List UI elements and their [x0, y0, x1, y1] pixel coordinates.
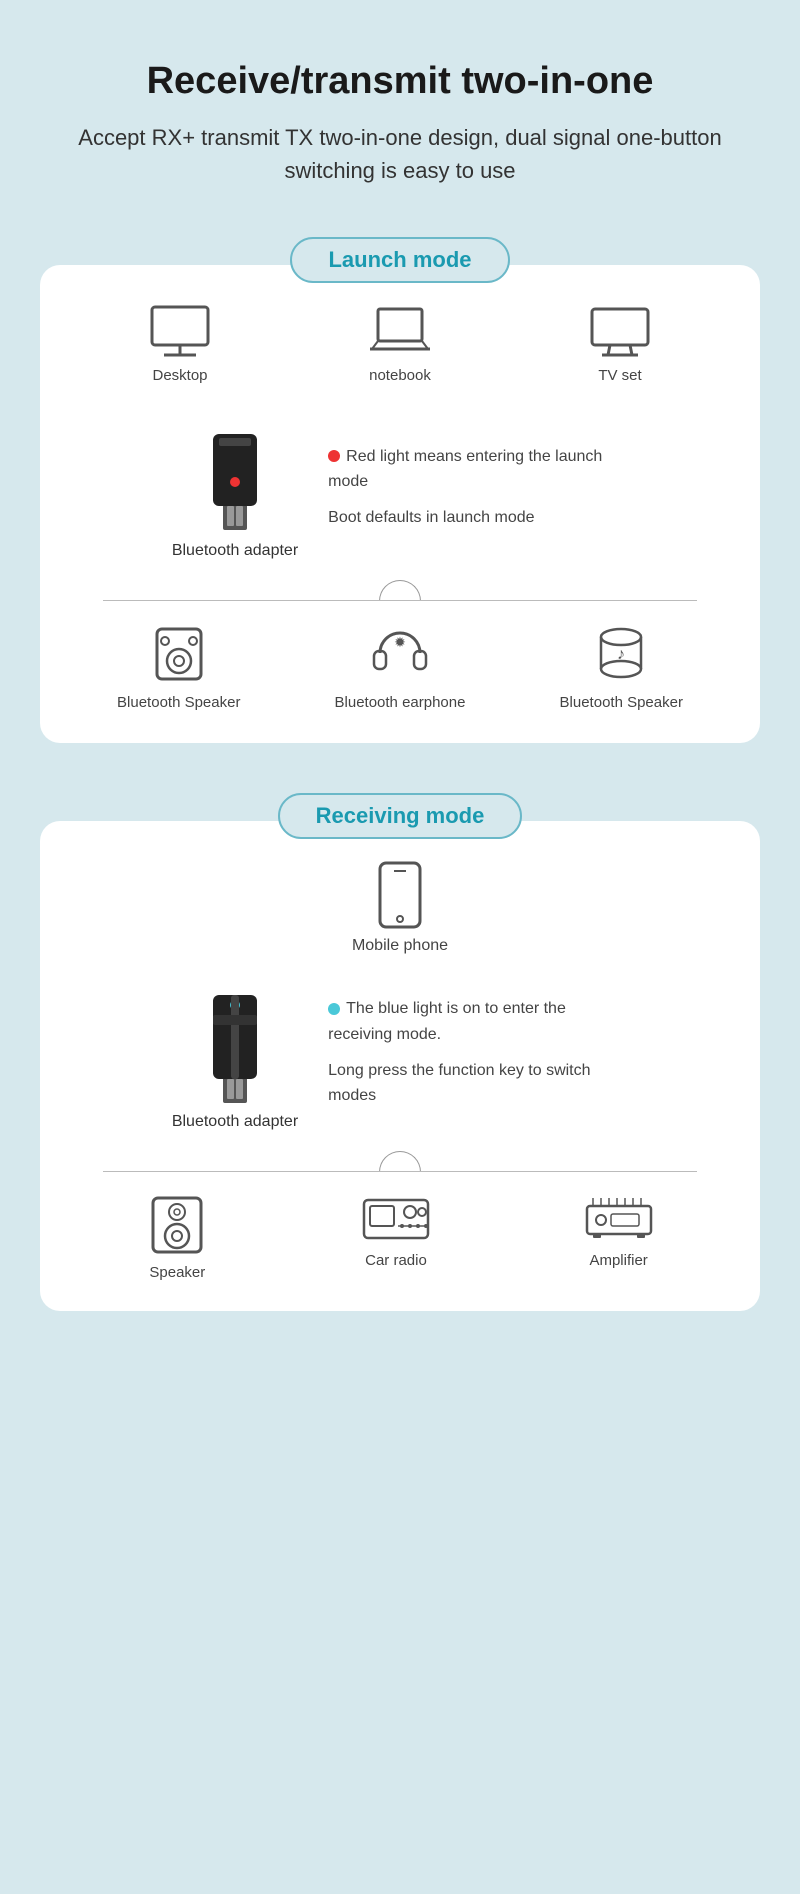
device-speaker-label: Speaker [149, 1264, 205, 1281]
device-desktop-label: Desktop [152, 367, 207, 384]
launch-adapter: Bluetooth adapter [172, 414, 298, 560]
svg-text:♪: ♪ [617, 646, 625, 663]
receiving-bottom-devices: Speaker Ca [70, 1192, 730, 1281]
amplifier-icon [583, 1192, 655, 1244]
mobile-phone-label: Mobile phone [352, 937, 448, 955]
receiving-center-row: Bluetooth adapter The blue light is on t… [70, 975, 730, 1131]
device-amplifier: Amplifier [583, 1192, 655, 1269]
device-speaker: Speaker [145, 1192, 209, 1281]
receiving-info: The blue light is on to enter the receiv… [328, 996, 628, 1108]
receiving-divider [103, 1151, 697, 1172]
bluetooth-adapter-receive-icon [195, 975, 275, 1105]
receiving-top-device: Mobile phone [70, 861, 730, 955]
launch-divider [103, 580, 697, 601]
device-notebook: notebook [368, 305, 432, 384]
receiving-mode-label: Receiving mode [278, 793, 523, 839]
device-amplifier-label: Amplifier [589, 1252, 647, 1269]
device-car-radio-label: Car radio [365, 1252, 427, 1269]
device-desktop: Desktop [148, 305, 212, 384]
laptop-icon [368, 305, 432, 359]
desktop-icon [148, 305, 212, 359]
receiving-adapter-label: Bluetooth adapter [172, 1113, 298, 1131]
earphone-icon: ✹ [368, 621, 432, 685]
device-bt-earphone-label: Bluetooth earphone [335, 693, 466, 713]
device-bt-speaker2: ♪ Bluetooth Speaker [560, 621, 683, 713]
speaker-large-icon [145, 1192, 209, 1256]
receiving-adapter: Bluetooth adapter [172, 975, 298, 1131]
bluetooth-adapter-launch-icon [195, 414, 275, 534]
device-tv: TV set [588, 305, 652, 384]
bluetooth-speaker-icon: ♪ [589, 621, 653, 685]
launch-mode-section: Launch mode Desktop [40, 237, 760, 743]
subtitle: Accept RX+ transmit TX two-in-one design… [40, 121, 760, 187]
device-bt-speaker1-label: Bluetooth Speaker [117, 693, 240, 713]
svg-text:✹: ✹ [394, 634, 406, 650]
mobile-phone-icon [374, 861, 426, 929]
main-title: Receive/transmit two-in-one [147, 60, 654, 103]
launch-adapter-label: Bluetooth adapter [172, 542, 298, 560]
receiving-mode-section: Receiving mode Mobile phone [40, 793, 760, 1311]
launch-bottom-devices: Bluetooth Speaker ✹ Bluetooth earphone [70, 621, 730, 713]
device-tv-label: TV set [598, 367, 641, 384]
launch-top-devices: Desktop notebook T [70, 305, 730, 384]
launch-center-row: Bluetooth adapter Red light means enteri… [70, 414, 730, 560]
device-bt-earphone: ✹ Bluetooth earphone [335, 621, 466, 713]
launch-mode-label: Launch mode [290, 237, 509, 283]
blue-dot-icon [328, 1003, 340, 1015]
car-radio-icon [360, 1192, 432, 1244]
device-bt-speaker2-label: Bluetooth Speaker [560, 693, 683, 713]
device-notebook-label: notebook [369, 367, 431, 384]
speaker-icon [147, 621, 211, 685]
launch-info: Red light means entering the launch mode… [328, 444, 628, 531]
red-dot-icon [328, 450, 340, 462]
device-car-radio: Car radio [360, 1192, 432, 1269]
device-bt-speaker1: Bluetooth Speaker [117, 621, 240, 713]
tv-icon [588, 305, 652, 359]
